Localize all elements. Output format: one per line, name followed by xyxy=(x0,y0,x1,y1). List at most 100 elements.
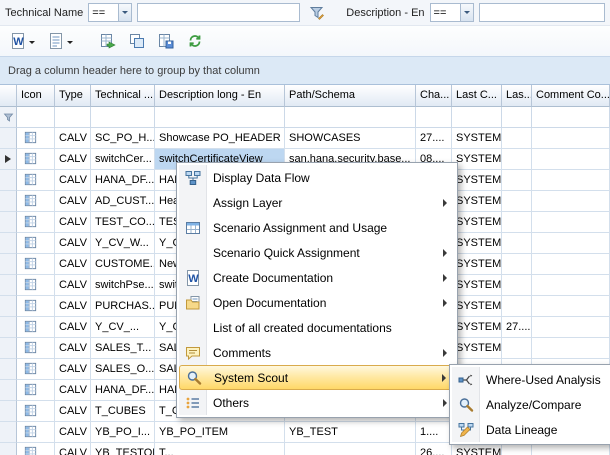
cell-description[interactable]: T... xyxy=(155,443,285,455)
cell-type[interactable]: CALV xyxy=(55,191,91,212)
cell-last[interactable] xyxy=(502,296,532,317)
column-header-cha[interactable]: Cha... xyxy=(416,85,452,107)
row-indicator[interactable] xyxy=(0,422,17,443)
cell-technical[interactable]: SALES_T... xyxy=(91,338,155,359)
cell-comment[interactable] xyxy=(532,170,610,191)
save-grid-layout-button[interactable] xyxy=(154,29,178,53)
cell-description[interactable]: Showcase PO_HEADER xyxy=(155,128,285,149)
menu-item-list-of-all-created-documentations[interactable]: List of all created documentations xyxy=(179,315,455,340)
cell-last_changed[interactable]: SYSTEM xyxy=(452,317,502,338)
cell-last_changed[interactable]: SYSTEM xyxy=(452,275,502,296)
filter-cell-cha[interactable] xyxy=(416,107,452,128)
filter-cell-icon[interactable] xyxy=(17,107,55,128)
cell-last[interactable] xyxy=(502,149,532,170)
cell-icon[interactable] xyxy=(17,191,55,212)
cell-technical[interactable]: CUSTOME... xyxy=(91,254,155,275)
cell-last[interactable] xyxy=(502,128,532,149)
cell-comment[interactable] xyxy=(532,212,610,233)
cell-icon[interactable] xyxy=(17,338,55,359)
filter-cell-type[interactable] xyxy=(55,107,91,128)
filter-cell-description-long-en[interactable] xyxy=(155,107,285,128)
row-indicator[interactable] xyxy=(0,296,17,317)
cell-comment[interactable] xyxy=(532,296,610,317)
menu-item-others[interactable]: Others xyxy=(179,390,455,415)
filter-editor-button[interactable] xyxy=(305,3,327,23)
cell-description[interactable]: YB_PO_ITEM xyxy=(155,422,285,443)
cell-comment[interactable] xyxy=(532,128,610,149)
cell-type[interactable]: CALV xyxy=(55,233,91,254)
cell-technical[interactable]: Y_CV_W... xyxy=(91,233,155,254)
cell-technical[interactable]: TEST_CO... xyxy=(91,212,155,233)
cell-type[interactable]: CALV xyxy=(55,170,91,191)
cell-icon[interactable] xyxy=(17,233,55,254)
cell-path[interactable]: YB_TEST xyxy=(285,422,416,443)
cell-technical[interactable]: PURCHAS... xyxy=(91,296,155,317)
cell-changed[interactable]: 26.... xyxy=(416,443,452,455)
cell-last_changed[interactable]: SYSTEM xyxy=(452,338,502,359)
group-by-panel[interactable]: Drag a column header here to group by th… xyxy=(0,56,610,85)
column-header-path-schema[interactable]: Path/Schema xyxy=(285,85,416,107)
column-header-description-long-en[interactable]: Description long - En xyxy=(155,85,285,107)
cell-type[interactable]: CALV xyxy=(55,338,91,359)
cell-path[interactable] xyxy=(285,443,416,455)
row-indicator[interactable] xyxy=(0,317,17,338)
cell-changed[interactable]: 27.... xyxy=(416,128,452,149)
cell-last[interactable] xyxy=(502,338,532,359)
copy-grid-button[interactable] xyxy=(125,29,149,53)
column-header-technical[interactable]: Technical ... xyxy=(91,85,155,107)
row-indicator[interactable] xyxy=(0,128,17,149)
filter-cell-las[interactable] xyxy=(502,107,532,128)
cell-icon[interactable] xyxy=(17,149,55,170)
cell-path[interactable]: SHOWCASES xyxy=(285,128,416,149)
cell-type[interactable]: CALV xyxy=(55,443,91,455)
cell-last_changed[interactable]: SYSTEM xyxy=(452,149,502,170)
cell-type[interactable]: CALV xyxy=(55,296,91,317)
cell-icon[interactable] xyxy=(17,254,55,275)
cell-technical[interactable]: HANA_DF... xyxy=(91,380,155,401)
row-indicator[interactable] xyxy=(0,401,17,422)
cell-comment[interactable] xyxy=(532,317,610,338)
description-en-operator-combo[interactable]: == xyxy=(430,3,474,22)
menu-item-scenario-quick-assignment[interactable]: Scenario Quick Assignment xyxy=(179,240,455,265)
cell-last_changed[interactable]: SYSTEM xyxy=(452,191,502,212)
cell-technical[interactable]: YB_PO_I... xyxy=(91,422,155,443)
cell-last_changed[interactable]: SYSTEM xyxy=(452,296,502,317)
row-indicator[interactable] xyxy=(0,149,17,170)
cell-technical[interactable]: T_CUBES xyxy=(91,401,155,422)
cell-comment[interactable] xyxy=(532,191,610,212)
filter-cell-technical[interactable] xyxy=(91,107,155,128)
cell-technical[interactable]: switchPse... xyxy=(91,275,155,296)
submenu-item-analyze-compare[interactable]: Analyze/Compare xyxy=(452,392,609,417)
column-header-comment-co[interactable]: Comment Co... xyxy=(532,85,610,107)
cell-last[interactable] xyxy=(502,254,532,275)
cell-last_changed[interactable]: SYSTEM xyxy=(452,170,502,191)
cell-comment[interactable] xyxy=(532,149,610,170)
cell-type[interactable]: CALV xyxy=(55,254,91,275)
cell-last[interactable] xyxy=(502,212,532,233)
cell-technical[interactable]: switchCer... xyxy=(91,149,155,170)
cell-type[interactable]: CALV xyxy=(55,212,91,233)
cell-icon[interactable] xyxy=(17,296,55,317)
cell-last[interactable] xyxy=(502,191,532,212)
cell-type[interactable]: CALV xyxy=(55,317,91,338)
row-indicator[interactable] xyxy=(0,359,17,380)
cell-type[interactable]: CALV xyxy=(55,422,91,443)
filter-cell-last-c[interactable] xyxy=(452,107,502,128)
cell-icon[interactable] xyxy=(17,422,55,443)
cell-icon[interactable] xyxy=(17,275,55,296)
cell-type[interactable]: CALV xyxy=(55,401,91,422)
row-indicator[interactable] xyxy=(0,233,17,254)
cell-technical[interactable]: SALES_O... xyxy=(91,359,155,380)
menu-item-create-documentation[interactable]: WCreate Documentation xyxy=(179,265,455,290)
row-indicator[interactable] xyxy=(0,275,17,296)
cell-last_changed[interactable]: SYSTEM xyxy=(452,233,502,254)
cell-comment[interactable] xyxy=(532,338,610,359)
cell-comment[interactable] xyxy=(532,275,610,296)
row-indicator[interactable] xyxy=(0,380,17,401)
export-data-button[interactable] xyxy=(96,29,120,53)
technical-name-filter-input[interactable] xyxy=(137,3,300,22)
cell-icon[interactable] xyxy=(17,359,55,380)
cell-last[interactable] xyxy=(502,170,532,191)
column-header-icon[interactable]: Icon xyxy=(17,85,55,107)
create-word-documentation-button[interactable]: W xyxy=(6,29,39,53)
